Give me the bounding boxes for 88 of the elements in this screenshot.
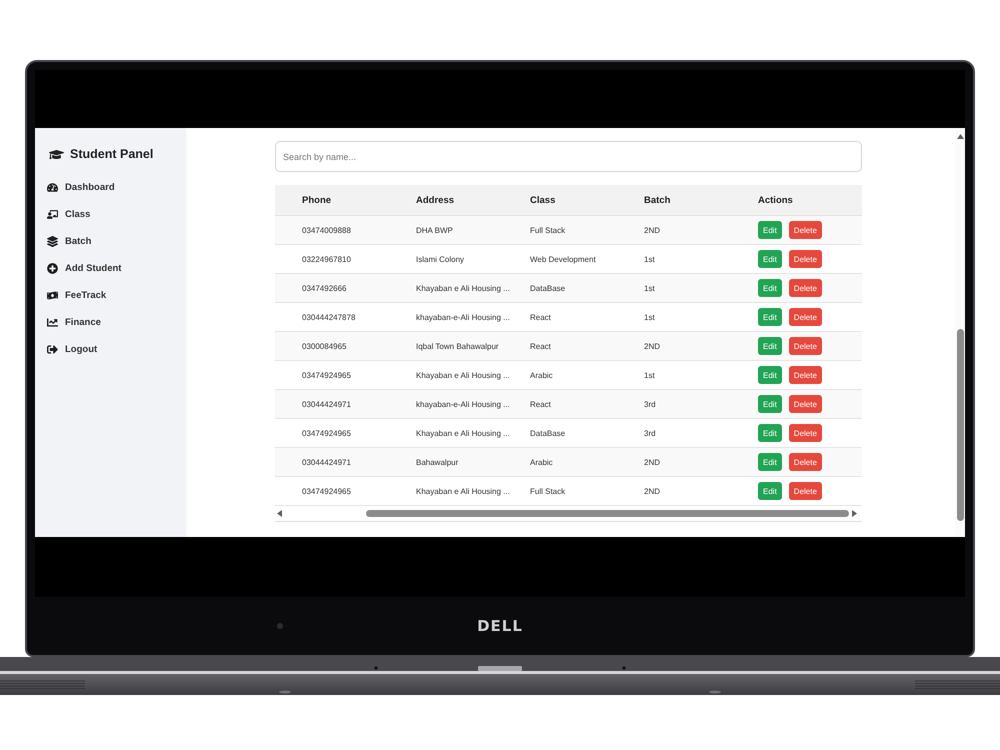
table-cell-text: 03044424971 [301, 400, 352, 408]
delete-button[interactable]: Delete [788, 482, 822, 500]
table-cell-text: Khayaban e Ali Housing ... [415, 284, 511, 292]
table-cell-text: 0347492666 [301, 284, 348, 292]
table-cell-text: Arabic [529, 370, 554, 380]
table-cell-text: Khayaban e Ali Housing ... [415, 428, 511, 438]
column-header: Class [529, 194, 556, 206]
table-cell-text: 03224967810 [301, 254, 352, 264]
table-cell-text: 03474924965 [301, 370, 352, 380]
sidebar-item[interactable]: Batch [47, 228, 177, 255]
table-cell-text: 03474924965 [301, 486, 352, 496]
table-cell-text: DataBase [529, 284, 566, 292]
vertical-scrollbar[interactable] [955, 128, 965, 537]
table-cell-text: DHA BWP [415, 226, 454, 234]
sidebar-item[interactable]: Add Student [47, 255, 177, 282]
camera-icon [277, 623, 283, 629]
scrollbar-thumb[interactable] [956, 329, 964, 521]
edit-button[interactable]: Edit [758, 395, 782, 413]
delete-button[interactable]: Delete [788, 366, 822, 384]
scroll-right-icon[interactable] [852, 510, 857, 517]
edit-button[interactable]: Edit [758, 453, 782, 471]
table-cell-text: Full Stack [529, 486, 566, 496]
edit-button[interactable]: Edit [758, 366, 782, 384]
table-cell-text: React [529, 312, 552, 322]
table-cell-text: 1st [643, 284, 656, 292]
table-cell-text: khayaban-e-Ali Housing ... [415, 312, 511, 322]
edit-button[interactable]: Edit [758, 308, 782, 326]
logout-icon [47, 344, 58, 355]
table-cell-text: 0300084965 [301, 342, 348, 350]
delete-button[interactable]: Delete [788, 395, 822, 413]
chalkboard-icon [47, 209, 58, 220]
sidebar-title: Student Panel [70, 147, 154, 161]
table-cell-text: Bahawalpur [415, 458, 460, 466]
table-cell-text: Khayaban e Ali Housing ... [415, 370, 511, 380]
delete-button[interactable]: Delete [788, 250, 822, 268]
table-cell-text: React [529, 342, 552, 350]
table-cell-text: Khayaban e Ali Housing ... [415, 486, 511, 496]
table-cell-text: 03044424971 [301, 458, 352, 466]
table-cell-text: 1st [643, 312, 656, 322]
table-cell-text: Iqbal Town Bahawalpur [415, 342, 500, 350]
table-cell-text: 3rd [643, 400, 657, 408]
sidebar-item[interactable]: Class [47, 201, 177, 228]
table-cell-text: DataBase [529, 428, 566, 438]
table-cell-text: 2ND [643, 486, 662, 496]
table-cell-text: 1st [643, 370, 656, 380]
edit-button[interactable]: Edit [758, 482, 782, 500]
delete-button[interactable]: Delete [788, 308, 822, 326]
edit-button[interactable]: Edit [758, 250, 782, 268]
scrollbar-thumb[interactable] [366, 510, 849, 517]
column-header: Batch [643, 194, 672, 206]
table-cell-text: 1st [643, 254, 656, 264]
column-header: Actions [757, 194, 794, 206]
sidebar-item[interactable]: Logout [47, 336, 177, 363]
brand-logo: DELL [477, 618, 523, 634]
banknote-icon [47, 290, 58, 301]
layers-icon [47, 236, 58, 247]
sidebar-item[interactable]: FeeTrack [47, 282, 177, 309]
edit-button[interactable]: Edit [758, 424, 782, 442]
table-cell-text: 03474009888 [301, 226, 352, 234]
table-cell-text: Web Development [529, 254, 597, 264]
scroll-up-icon[interactable] [956, 134, 964, 139]
edit-button[interactable]: Edit [758, 221, 782, 239]
scroll-left-icon[interactable] [277, 510, 282, 517]
delete-button[interactable]: Delete [788, 424, 822, 442]
delete-button[interactable]: Delete [788, 453, 822, 471]
edit-button[interactable]: Edit [758, 279, 782, 297]
sidebar-item[interactable]: Dashboard [47, 174, 177, 201]
table-cell-text: 2ND [643, 342, 662, 350]
table-cell-text: Islami Colony [415, 254, 466, 264]
column-header: Address [415, 194, 456, 206]
table-cell-text: 2ND [643, 226, 662, 234]
table-cell-text: 03474924965 [301, 428, 352, 438]
delete-button[interactable]: Delete [788, 279, 822, 297]
delete-button[interactable]: Delete [788, 221, 822, 239]
search-field[interactable]: Search by name... [275, 141, 862, 172]
column-header: Phone [301, 194, 332, 206]
table-cell-text: Arabic [529, 458, 554, 466]
sidebar-item[interactable]: Finance [47, 309, 177, 336]
delete-button[interactable]: Delete [788, 337, 822, 355]
line-chart-icon [47, 317, 58, 328]
table-cell-text: 2ND [643, 458, 662, 466]
table-cell-text: React [529, 400, 552, 408]
table-cell-text: Full Stack [529, 226, 566, 234]
table-cell-text: khayaban-e-Ali Housing ... [415, 400, 511, 408]
edit-button[interactable]: Edit [758, 337, 782, 355]
gauge-icon [47, 182, 58, 193]
table-cell-text: 3rd [643, 428, 657, 438]
table-cell-text: 030444247878 [301, 312, 356, 322]
